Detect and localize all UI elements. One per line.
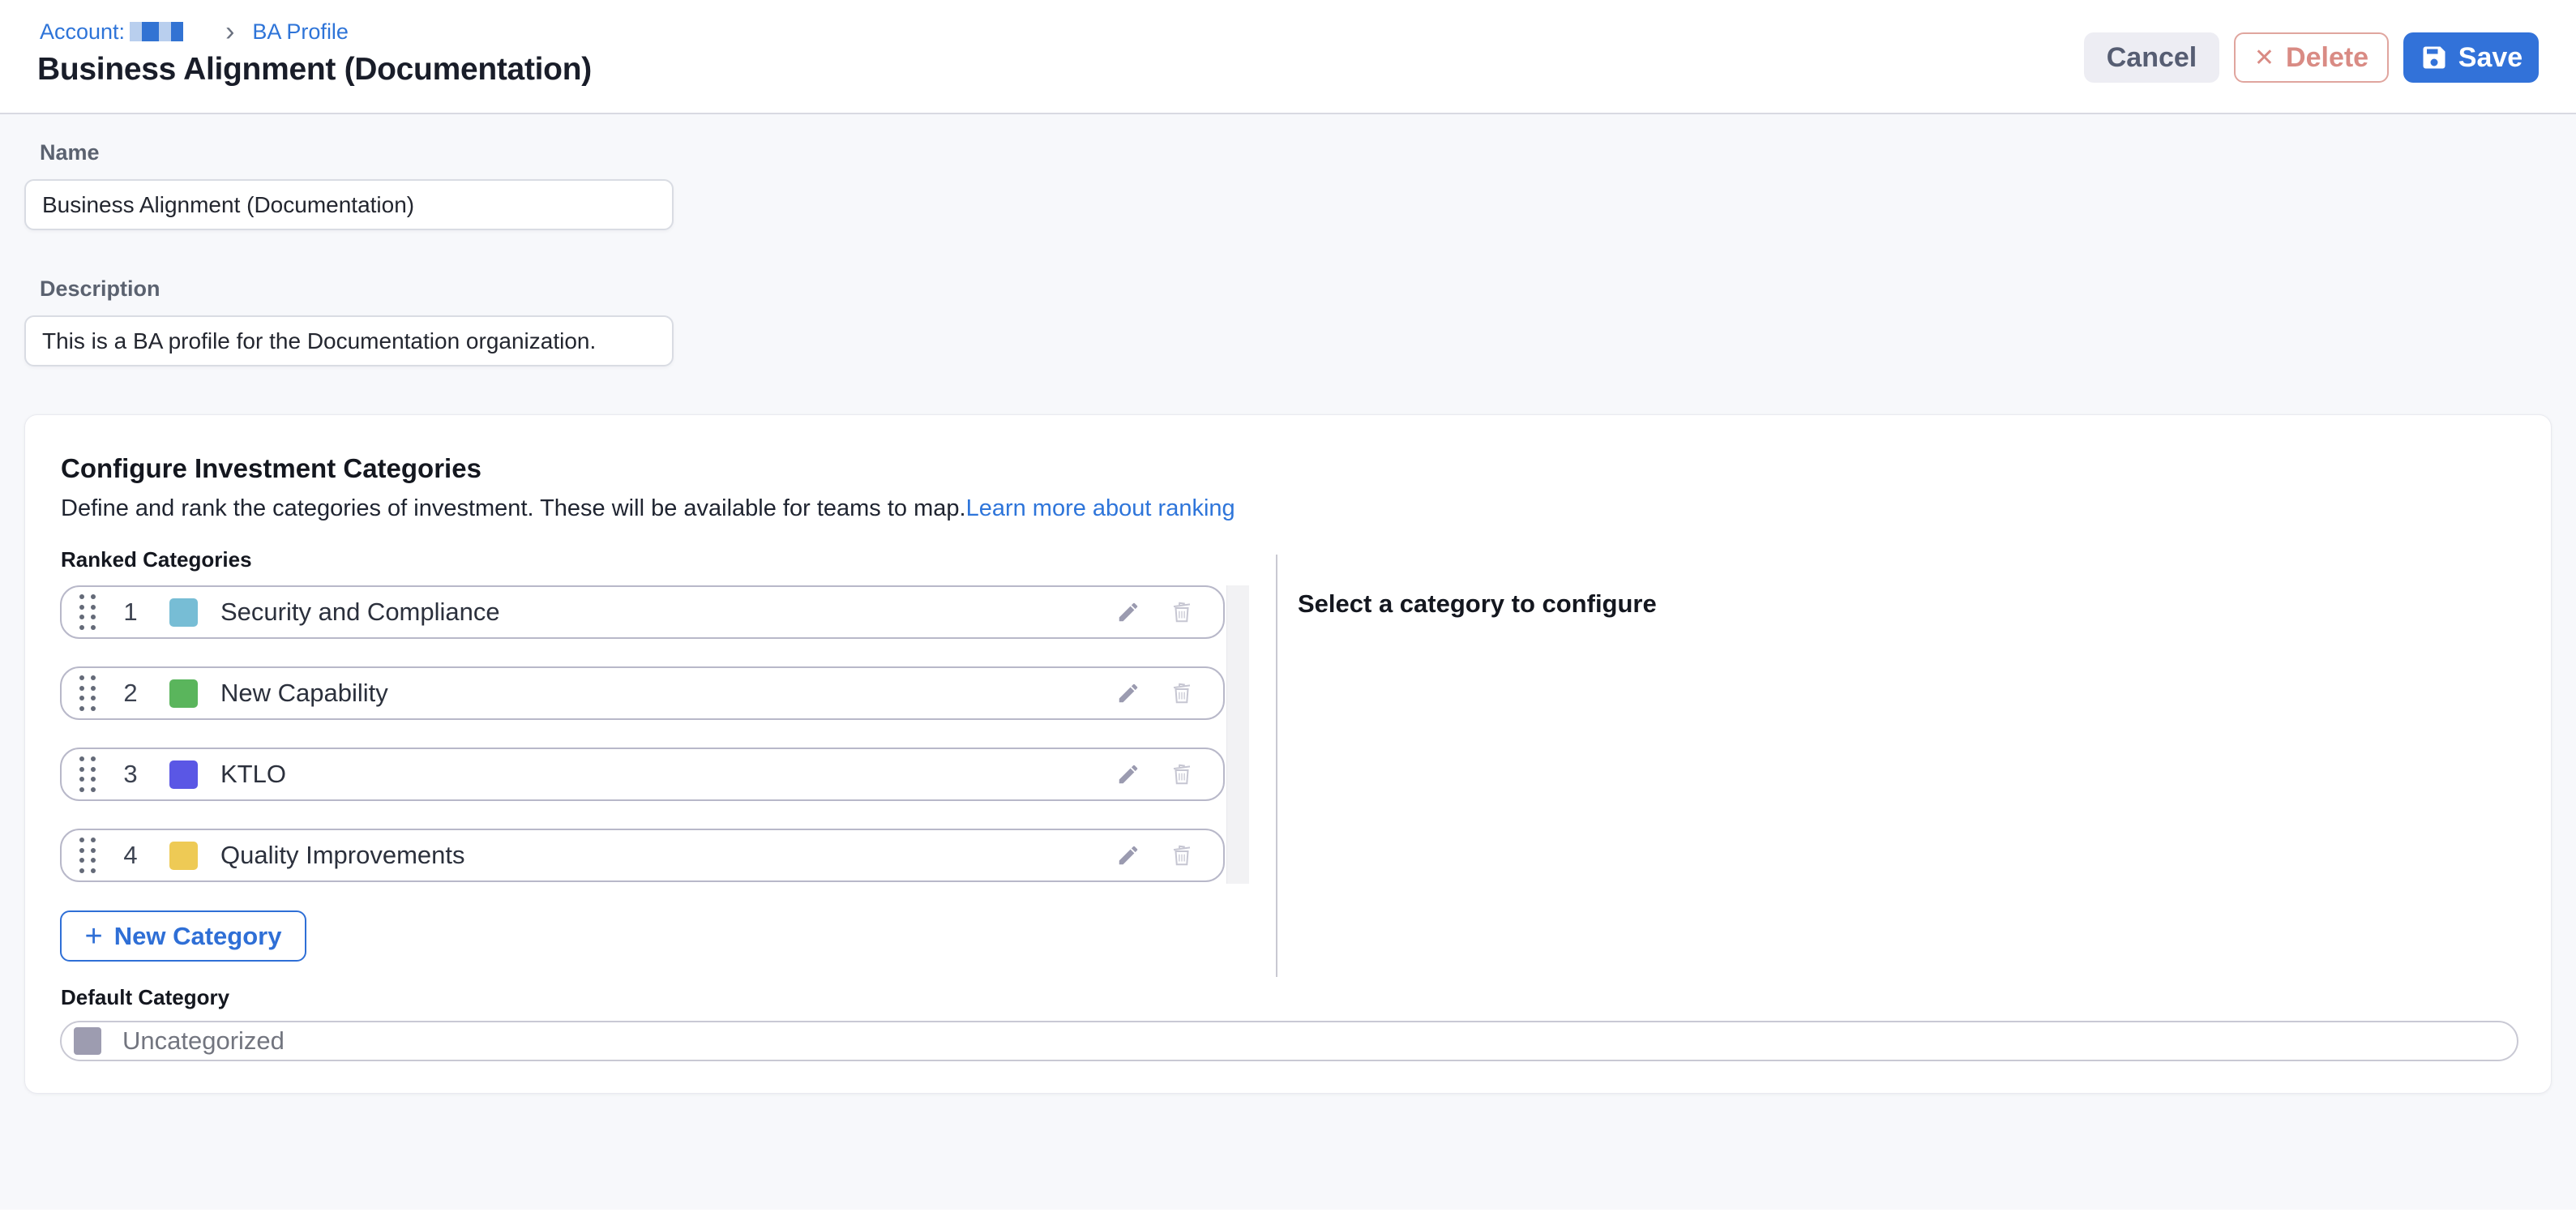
row-actions [1116, 843, 1194, 868]
edit-pencil-icon[interactable] [1116, 600, 1140, 624]
name-input[interactable] [24, 179, 674, 230]
drag-handle-icon[interactable] [79, 675, 101, 711]
ranked-categories-label: Ranked Categories [61, 547, 252, 572]
delete-trash-icon[interactable] [1170, 600, 1194, 624]
page-header: Account: › BA Profile Business Alignment… [0, 0, 2576, 114]
breadcrumb-account-link[interactable]: Account: [40, 19, 125, 45]
category-label: Security and Compliance [220, 598, 500, 627]
chevron-right-icon: › [225, 22, 234, 41]
description-input[interactable] [24, 315, 674, 366]
save-button[interactable]: Save [2403, 32, 2539, 83]
drag-handle-icon[interactable] [79, 594, 101, 630]
category-color-swatch [169, 842, 198, 870]
card-subtitle: Define and rank the categories of invest… [61, 495, 1235, 522]
category-row-ktlo[interactable]: 3 KTLO [60, 748, 1225, 801]
delete-trash-icon[interactable] [1170, 681, 1194, 705]
edit-pencil-icon[interactable] [1116, 843, 1140, 868]
redaction-segment [130, 22, 142, 41]
category-color-swatch [169, 598, 198, 627]
new-category-button[interactable]: + New Category [60, 910, 306, 962]
delete-button[interactable]: ✕ Delete [2234, 32, 2389, 83]
empty-state-message: Select a category to configure [1298, 589, 1657, 619]
rank-number: 1 [118, 598, 143, 627]
list-scrollbar[interactable] [1226, 585, 1249, 884]
edit-pencil-icon[interactable] [1116, 762, 1140, 786]
edit-pencil-icon[interactable] [1116, 681, 1140, 705]
breadcrumb: Account: › BA Profile [40, 18, 349, 45]
redacted-account-name [130, 22, 183, 41]
name-label: Name [40, 140, 100, 165]
redaction-segment [171, 22, 183, 41]
ranked-categories-list: 1 Security and Compliance 2 [60, 585, 1225, 882]
redaction-segment [159, 22, 171, 41]
category-label: KTLO [220, 760, 286, 789]
delete-trash-icon[interactable] [1170, 843, 1194, 868]
floppy-save-icon [2420, 43, 2449, 72]
save-button-label: Save [2458, 42, 2523, 74]
cancel-button-label: Cancel [2107, 42, 2197, 74]
ba-profile-page: Account: › BA Profile Business Alignment… [0, 0, 2576, 1221]
cancel-button[interactable]: Cancel [2084, 32, 2219, 83]
row-actions [1116, 600, 1194, 624]
page-title: Business Alignment (Documentation) [37, 52, 592, 88]
rank-number: 3 [118, 760, 143, 789]
learn-more-link[interactable]: Learn more about ranking [966, 495, 1235, 521]
breadcrumb-ba-profile-link[interactable]: BA Profile [252, 19, 349, 45]
row-actions [1116, 681, 1194, 705]
panel-divider [1276, 555, 1277, 977]
uncategorized-color-swatch [74, 1027, 101, 1055]
default-category-label: Default Category [61, 985, 229, 1010]
category-label: New Capability [220, 679, 388, 708]
delete-trash-icon[interactable] [1170, 762, 1194, 786]
category-row-quality-improvements[interactable]: 4 Quality Improvements [60, 829, 1225, 882]
card-title: Configure Investment Categories [61, 453, 481, 484]
category-row-security-and-compliance[interactable]: 1 Security and Compliance [60, 585, 1225, 639]
bottom-strip [0, 1210, 2576, 1221]
x-icon: ✕ [2254, 44, 2274, 72]
drag-handle-icon[interactable] [79, 756, 101, 792]
rank-number: 4 [118, 841, 143, 870]
uncategorized-label: Uncategorized [122, 1026, 285, 1056]
rank-number: 2 [118, 679, 143, 708]
header-actions: Cancel ✕ Delete Save [2084, 32, 2539, 83]
new-category-button-label: New Category [114, 922, 282, 951]
category-label: Quality Improvements [220, 841, 465, 870]
category-color-swatch [169, 679, 198, 708]
category-color-swatch [169, 760, 198, 789]
drag-handle-icon[interactable] [79, 838, 101, 873]
row-actions [1116, 762, 1194, 786]
configure-categories-card: Configure Investment Categories Define a… [24, 414, 2552, 1094]
card-subtitle-text: Define and rank the categories of invest… [61, 495, 966, 521]
delete-button-label: Delete [2286, 42, 2368, 74]
redaction-segment [142, 22, 159, 41]
plus-icon: + [85, 924, 103, 949]
category-row-new-capability[interactable]: 2 New Capability [60, 666, 1225, 720]
default-category-row[interactable]: Uncategorized [60, 1021, 2518, 1061]
description-label: Description [40, 276, 160, 302]
